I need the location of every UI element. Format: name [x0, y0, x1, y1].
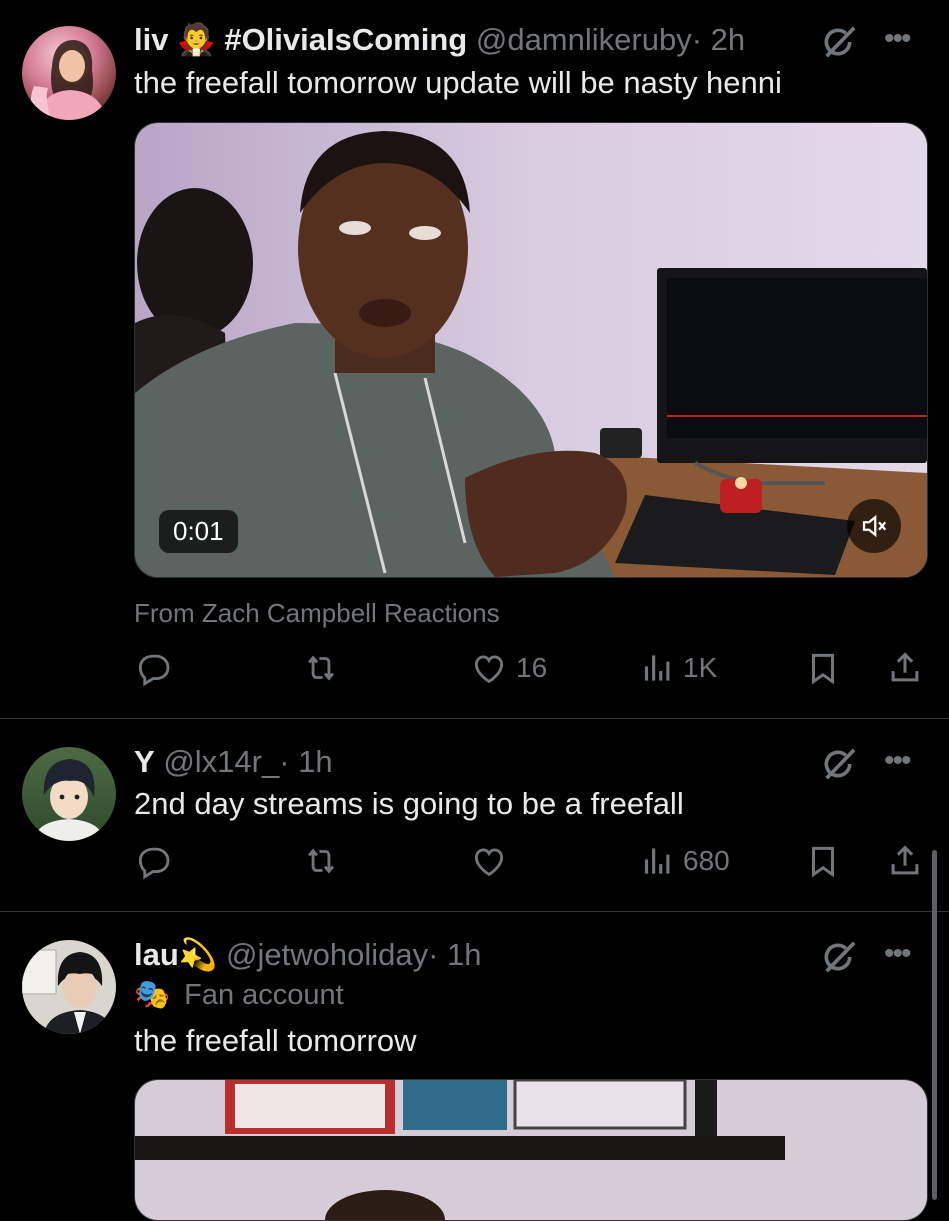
- tweet-lau[interactable]: lau💫 @jetwoholiday· 1h ••• 🎭 Fan account…: [0, 912, 949, 1221]
- more-icon[interactable]: •••: [884, 24, 924, 64]
- like-count: 16: [516, 652, 548, 683]
- video-frame: [135, 123, 927, 577]
- repost-button[interactable]: [302, 643, 348, 693]
- reply-icon: [134, 649, 172, 687]
- views-icon: [637, 649, 675, 687]
- display-name-suffix[interactable]: #OliviaIsComing: [224, 22, 467, 57]
- tweet-actions: 16 1K: [0, 643, 949, 693]
- share-button[interactable]: [886, 643, 924, 693]
- avatar[interactable]: [22, 747, 116, 841]
- more-icon[interactable]: •••: [884, 746, 924, 786]
- views-button[interactable]: 1K: [637, 643, 717, 693]
- tweet-text: the freefall tomorrow: [134, 1023, 417, 1058]
- tweet-actions: 680: [0, 836, 949, 886]
- mute-glyph: [862, 514, 887, 538]
- timestamp[interactable]: · 1h: [279, 744, 332, 779]
- heart-icon: [470, 842, 508, 880]
- share-icon: [886, 842, 924, 880]
- reply-button[interactable]: [134, 643, 180, 693]
- video-frame: [135, 1080, 927, 1220]
- tweet-liv[interactable]: liv 🧛 #OliviaIsComing @damnlikeruby· 2h …: [0, 0, 949, 718]
- mute-icon[interactable]: [847, 499, 901, 553]
- view-count: 1K: [683, 652, 718, 683]
- name-emoji: 💫: [178, 937, 218, 972]
- username[interactable]: @jetwoholiday: [226, 937, 428, 972]
- bookmark-icon: [804, 649, 842, 687]
- tweet-header: liv 🧛 #OliviaIsComing @damnlikeruby· 2h: [134, 20, 745, 60]
- display-name[interactable]: Y: [134, 744, 155, 779]
- video-source-attribution[interactable]: From Zach Campbell Reactions: [134, 598, 500, 629]
- fan-account-text: Fan account: [184, 978, 344, 1011]
- reply-button[interactable]: [134, 836, 180, 886]
- share-button[interactable]: [886, 836, 924, 886]
- tweet-y[interactable]: Y @lx14r_· 1h ••• 2nd day streams is goi…: [0, 719, 949, 911]
- timestamp[interactable]: · 2h: [692, 22, 745, 57]
- bookmark-icon: [804, 842, 842, 880]
- theater-masks-icon: 🎭: [134, 979, 171, 1011]
- name-emoji: 🧛: [177, 22, 216, 57]
- like-button[interactable]: 16: [470, 643, 547, 693]
- tweet-header: Y @lx14r_· 1h: [134, 742, 333, 782]
- more-icon[interactable]: •••: [884, 939, 924, 979]
- fan-account-label: 🎭 Fan account: [134, 978, 344, 1012]
- video-player[interactable]: 0:01: [134, 122, 928, 578]
- grok-icon[interactable]: [820, 22, 860, 62]
- display-name[interactable]: lau: [134, 937, 179, 972]
- views-button[interactable]: 680: [637, 836, 730, 886]
- scrollbar[interactable]: [932, 850, 937, 1200]
- username[interactable]: @damnlikeruby: [476, 22, 692, 57]
- repost-button[interactable]: [302, 836, 348, 886]
- avatar[interactable]: [22, 940, 116, 1034]
- bookmark-button[interactable]: [804, 643, 842, 693]
- tweet-header: lau💫 @jetwoholiday· 1h: [134, 935, 482, 975]
- tweet-text: the freefall tomorrow update will be nas…: [134, 65, 782, 100]
- heart-icon: [470, 649, 508, 687]
- avatar[interactable]: [22, 26, 116, 120]
- avatar-portrait: [34, 759, 104, 841]
- repost-icon: [302, 842, 340, 880]
- avatar-portrait: [22, 949, 114, 1034]
- timestamp[interactable]: · 1h: [428, 937, 481, 972]
- grok-icon[interactable]: [820, 744, 860, 784]
- grok-icon[interactable]: [820, 937, 860, 977]
- repost-icon: [302, 649, 340, 687]
- avatar-portrait: [30, 40, 106, 120]
- video-timestamp: 0:01: [159, 510, 238, 553]
- username[interactable]: @lx14r_: [163, 744, 279, 779]
- view-count: 680: [683, 845, 730, 876]
- display-name[interactable]: liv: [134, 22, 168, 57]
- views-icon: [637, 842, 675, 880]
- tweet-text: 2nd day streams is going to be a freefal…: [134, 786, 684, 821]
- bookmark-button[interactable]: [804, 836, 842, 886]
- share-icon: [886, 649, 924, 687]
- like-button[interactable]: [470, 836, 516, 886]
- reply-icon: [134, 842, 172, 880]
